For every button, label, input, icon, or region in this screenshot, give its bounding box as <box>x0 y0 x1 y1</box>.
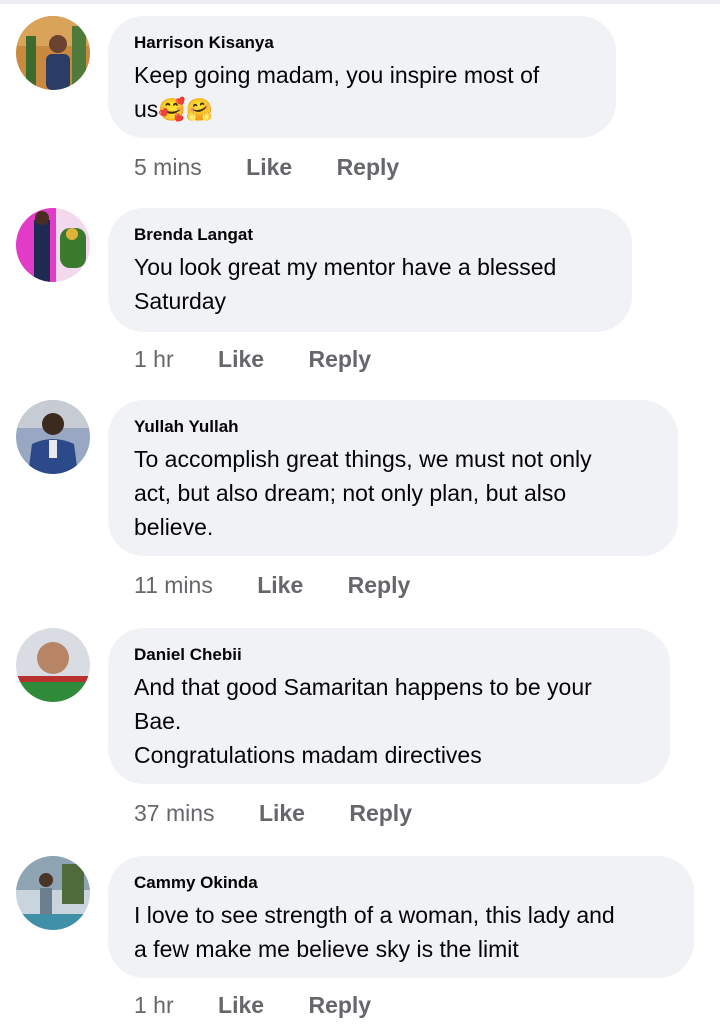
like-button[interactable]: Like <box>246 152 292 182</box>
comment-line: Keep going madam, you inspire most of <box>134 62 540 88</box>
hugging-face-emoji: 🤗 <box>185 98 214 123</box>
comment-timestamp[interactable]: 1 hr <box>134 990 174 1020</box>
comment-line: a few make me believe sky is the limit <box>134 936 519 962</box>
reply-button[interactable]: Reply <box>337 152 400 182</box>
comment-line: Saturday <box>134 288 227 314</box>
comment-actions: 1 hr Like Reply <box>134 344 409 374</box>
comment-bubble: Harrison Kisanya Keep going madam, you i… <box>108 16 616 138</box>
avatar[interactable] <box>16 208 90 282</box>
smiling-face-with-hearts-emoji: 🥰 <box>158 98 186 123</box>
comment-text: Keep going madam, you inspire most of us… <box>134 58 590 128</box>
comment-author[interactable]: Cammy Okinda <box>134 872 668 894</box>
comment-line: Bae. <box>134 708 182 734</box>
avatar[interactable] <box>16 400 90 474</box>
top-divider <box>0 0 720 4</box>
avatar[interactable] <box>16 628 90 702</box>
like-button[interactable]: Like <box>257 570 303 600</box>
comment-actions: 5 mins Like Reply <box>134 152 437 182</box>
comment-actions: 37 mins Like Reply <box>134 798 450 828</box>
comment-author[interactable]: Harrison Kisanya <box>134 32 590 54</box>
comment-line: Congratulations madam directives <box>134 742 482 768</box>
comment-author[interactable]: Brenda Langat <box>134 224 606 246</box>
like-button[interactable]: Like <box>259 798 305 828</box>
comment-line: To accomplish great things, we must not … <box>134 446 592 472</box>
comment-bubble: Daniel Chebii And that good Samaritan ha… <box>108 628 670 784</box>
comment-line: And that good Samaritan happens to be yo… <box>134 674 592 700</box>
comment-line: I love to see strength of a woman, this … <box>134 902 615 928</box>
comment-bubble: Cammy Okinda I love to see strength of a… <box>108 856 694 978</box>
comment-text: I love to see strength of a woman, this … <box>134 898 668 966</box>
comment-timestamp[interactable]: 5 mins <box>134 152 202 182</box>
reply-button[interactable]: Reply <box>308 344 371 374</box>
comment-timestamp[interactable]: 1 hr <box>134 344 174 374</box>
avatar[interactable] <box>16 856 90 930</box>
comment-author[interactable]: Yullah Yullah <box>134 416 652 438</box>
like-button[interactable]: Like <box>218 344 264 374</box>
avatar[interactable] <box>16 16 90 90</box>
comment-line: act, but also dream; not only plan, but … <box>134 480 567 506</box>
comment-author[interactable]: Daniel Chebii <box>134 644 644 666</box>
comment-actions: 1 hr Like Reply <box>134 990 409 1020</box>
reply-button[interactable]: Reply <box>348 570 411 600</box>
comment-line: believe. <box>134 514 214 540</box>
comment-text: To accomplish great things, we must not … <box>134 442 652 544</box>
comment-timestamp[interactable]: 11 mins <box>134 570 213 600</box>
reply-button[interactable]: Reply <box>308 990 371 1020</box>
comment-actions: 11 mins Like Reply <box>134 570 448 600</box>
comment-text: And that good Samaritan happens to be yo… <box>134 670 644 772</box>
comment-bubble: Brenda Langat You look great my mentor h… <box>108 208 632 332</box>
comment-line: You look great my mentor have a blessed <box>134 254 557 280</box>
comment-line: us <box>134 96 159 122</box>
comment-text: You look great my mentor have a blessed … <box>134 250 606 318</box>
comment-timestamp[interactable]: 37 mins <box>134 798 215 828</box>
like-button[interactable]: Like <box>218 990 264 1020</box>
reply-button[interactable]: Reply <box>349 798 412 828</box>
comment-bubble: Yullah Yullah To accomplish great things… <box>108 400 678 556</box>
